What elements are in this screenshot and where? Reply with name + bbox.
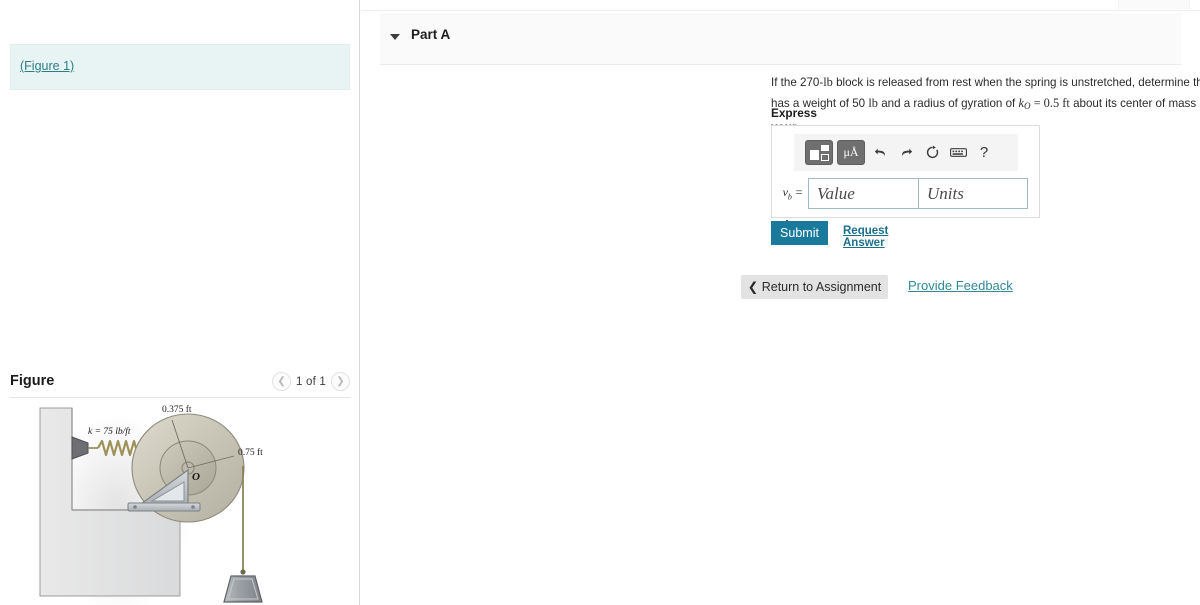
figure-reference-text: (Figure 1) [20,59,75,73]
top-strip [361,0,1200,11]
figure-image[interactable]: 0.375 ft 0.75 ft k = 75 lb/ft O [10,400,350,605]
figure-page-count: 1 of 1 [296,375,326,388]
part-title: Part A [411,27,451,42]
help-icon[interactable]: ? [973,141,995,165]
bracket-bolt-right [191,505,195,509]
answer-input-row: vb = [780,178,1028,209]
problem-text-e: about its center of mass [1069,96,1200,110]
answer-entry-box: μÅ ? vb = Value Units [771,125,1040,218]
figure-section-title: Figure [10,373,55,389]
problem-text-b: block is released from rest when the spr… [836,76,1200,89]
answer-equals-sign: = [791,185,803,200]
problem-text-d: and a radius of gyration of [877,96,1019,110]
problem-text-a: If the 270- [771,76,824,89]
page-root: (Figure 1) Figure ❮ 1 of 1 ❯ 0.375 ft 0.… [0,0,1200,605]
figure-divider [10,397,350,398]
answer-units-input[interactable] [918,178,1028,209]
hanging-block [223,575,263,603]
request-answer-link[interactable]: Request Answer [843,225,888,249]
answer-variable-label: vb = [780,185,808,201]
micro-angstrom-units-icon[interactable]: μÅ [837,140,865,165]
submit-button[interactable]: Submit [771,221,828,245]
return-to-assignment-label: Return to Assignment [761,280,882,294]
figure-label-center-O: O [192,471,200,483]
figure-reference-box: (Figure 1) [10,44,350,90]
reset-icon[interactable] [921,141,943,165]
figure-next-button[interactable]: ❯ [331,372,350,391]
unit-lb-1: lb [823,75,833,89]
caret-down-icon[interactable] [390,34,400,40]
left-panel: (Figure 1) Figure ❮ 1 of 1 ❯ 0.375 ft 0.… [0,0,360,605]
cord-hook [240,569,246,575]
return-to-assignment-button[interactable]: ❮ Return to Assignment [741,275,888,299]
undo-icon[interactable] [869,141,891,165]
figure-svg: 0.375 ft 0.75 ft k = 75 lb/ft O [39,404,263,605]
top-right-partial-control[interactable] [1118,0,1190,9]
unit-ft-2: ft [1062,95,1070,110]
problem-equation: = 0.5 [1030,95,1063,110]
figure-header: Figure ❮ 1 of 1 ❯ [10,370,350,396]
figure-label-inner-radius: 0.75 ft [238,447,263,458]
answer-value-input[interactable] [808,178,918,209]
part-header[interactable]: Part A [380,13,1181,65]
figure-label-outer-radius: 0.375 ft [162,404,192,415]
provide-feedback-link[interactable]: Provide Feedback [908,278,1013,293]
keyboard-icon[interactable] [947,141,969,165]
bracket-bolt-left [133,505,137,509]
unit-lb-2: lb [868,95,878,110]
math-template-icon[interactable] [805,140,833,165]
right-panel: Part A If the 270-lb block is released f… [361,0,1200,605]
figure-pager: ❮ 1 of 1 ❯ [272,372,350,391]
chevron-left-icon: ❮ [747,280,759,294]
answer-toolbar: μÅ ? [794,134,1018,171]
figure-reference-link[interactable]: (Figure 1) [20,59,74,73]
redo-icon[interactable] [895,141,917,165]
figure-label-spring-constant: k = 75 lb/ft [88,426,131,437]
figure-prev-button[interactable]: ❮ [272,372,292,391]
bracket-base-plate [127,502,201,512]
